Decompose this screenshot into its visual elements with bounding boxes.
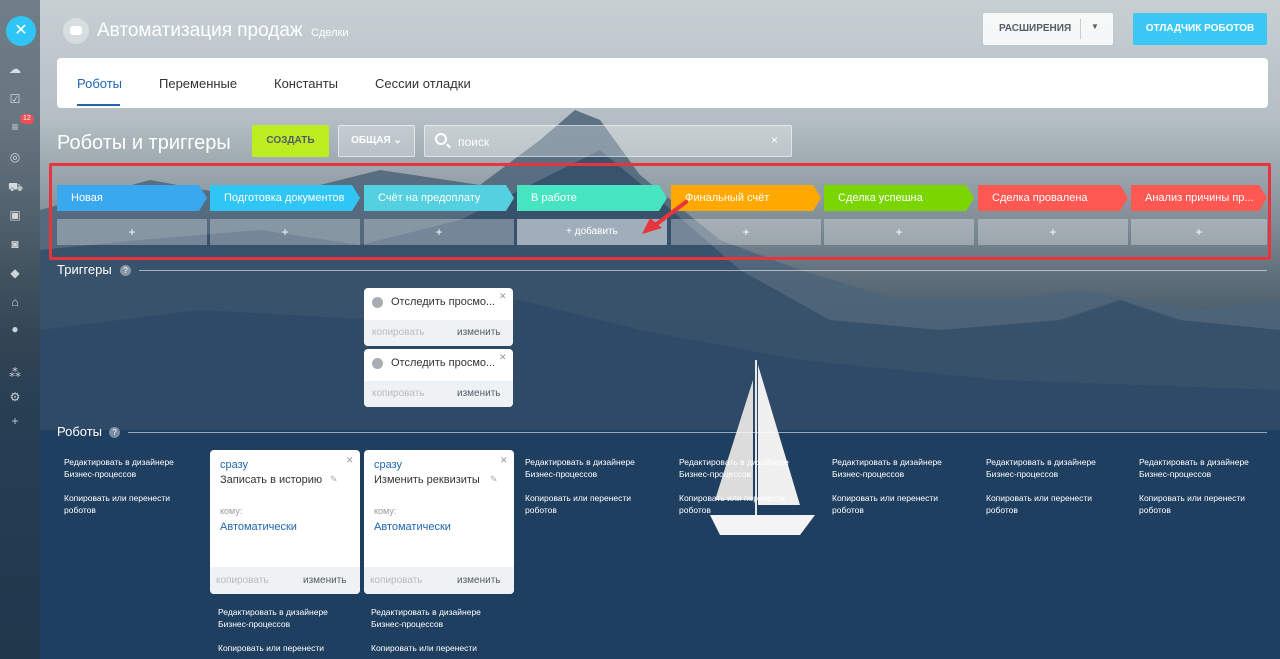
robot-app-icon	[63, 18, 89, 44]
copy-move-link[interactable]: Копировать или перенести	[218, 642, 338, 654]
divider	[128, 432, 1267, 433]
copy-link[interactable]: копировать	[216, 575, 269, 586]
close-icon[interactable]: ✕	[500, 455, 508, 466]
trigger-card[interactable]: Отследить просмо... ✕ копировать изменит…	[364, 349, 513, 407]
notification-badge: 12	[20, 114, 34, 124]
robot-whom-label: кому:	[374, 506, 397, 516]
active-tab-indicator	[77, 104, 120, 106]
robot-whom-value: Автоматически	[220, 521, 297, 533]
eye-icon	[372, 358, 383, 369]
trigger-footer: копировать изменить	[364, 320, 513, 346]
plus-icon[interactable]: +	[8, 414, 22, 428]
chevron-down-icon: ⌄	[393, 135, 402, 146]
filter-icon[interactable]: ≡	[8, 120, 22, 134]
page-title: Автоматизация продаж	[97, 20, 303, 41]
copy-link[interactable]: копировать	[370, 575, 423, 586]
divider	[1080, 19, 1081, 39]
copy-link[interactable]: копировать	[372, 327, 425, 338]
sitemap-icon[interactable]: ⁂	[8, 366, 22, 380]
section-title: Роботы и триггеры	[57, 132, 231, 154]
red-arrow-icon	[642, 200, 688, 234]
edit-link[interactable]: изменить	[457, 575, 501, 586]
trigger-name: Отследить просмо...	[391, 357, 496, 369]
triggers-title: Триггеры	[57, 262, 112, 277]
create-button[interactable]: СОЗДАТЬ	[252, 125, 329, 157]
general-dropdown[interactable]: ОБЩАЯ ⌄	[338, 125, 415, 157]
copy-move-link[interactable]: Копировать или перенести роботов	[1139, 492, 1259, 516]
copy-move-link[interactable]: Копировать или перенести роботов	[64, 492, 184, 516]
help-icon[interactable]: ?	[120, 265, 131, 276]
close-icon[interactable]: ✕	[499, 352, 507, 363]
edit-designer-link[interactable]: Редактировать в дизайнере Бизнес-процесс…	[371, 606, 491, 630]
copy-move-link[interactable]: Копировать или перенести роботов	[679, 492, 799, 516]
copy-move-link[interactable]: Копировать или перенести	[371, 642, 491, 654]
contact-card-icon[interactable]: ▣	[8, 208, 22, 222]
copy-move-link[interactable]: Копировать или перенести роботов	[986, 492, 1106, 516]
close-icon[interactable]: ✕	[346, 455, 354, 466]
checkbox-icon[interactable]: ☑	[8, 92, 22, 106]
robot-footer: копировать изменить	[210, 567, 360, 594]
copy-move-link[interactable]: Копировать или перенести роботов	[832, 492, 952, 516]
tab-variables[interactable]: Переменные	[159, 76, 237, 91]
trigger-name: Отследить просмо...	[391, 296, 496, 308]
pencil-icon[interactable]: ✎	[330, 474, 338, 485]
robots-title: Роботы	[57, 424, 103, 439]
robot-card[interactable]: сразу ✕ Записать в историю ✎ кому: Автом…	[210, 450, 360, 594]
close-icon[interactable]: ✕	[499, 291, 507, 302]
tab-constants[interactable]: Константы	[274, 76, 338, 91]
gear-icon[interactable]: ⚙	[8, 390, 22, 404]
trigger-footer: копировать изменить	[364, 381, 513, 407]
extensions-label: РАСШИРЕНИЯ	[999, 23, 1072, 34]
cloud-icon[interactable]: ☁	[8, 62, 22, 76]
edit-designer-link[interactable]: Редактировать в дизайнере Бизнес-процесс…	[986, 456, 1106, 480]
left-sidebar: ✕ ☁ ☑ ≡ 12 ◎ ⛟ ▣ ◙ ◆ ⌂ ● ⁂ ⚙ +	[0, 0, 40, 659]
tab-debug-sessions[interactable]: Сессии отладки	[375, 76, 471, 91]
search-icon	[435, 133, 447, 145]
pencil-icon[interactable]: ✎	[490, 474, 498, 485]
robot-whom-value: Автоматически	[374, 521, 451, 533]
robot-footer: копировать изменить	[364, 567, 514, 594]
check-circle-icon[interactable]: ●	[8, 322, 22, 336]
robot-name: Записать в историю	[220, 474, 323, 486]
close-icon[interactable]: ✕	[6, 16, 36, 46]
box-icon[interactable]: ◆	[8, 266, 22, 280]
search-text: поиск	[458, 135, 490, 149]
robot-timing[interactable]: сразу	[374, 459, 402, 471]
robot-card[interactable]: сразу ✕ Изменить реквизиты ✎ кому: Автом…	[364, 450, 514, 594]
edit-designer-link[interactable]: Редактировать в дизайнере Бизнес-процесс…	[832, 456, 952, 480]
divider	[139, 270, 1267, 271]
tab-robots[interactable]: Роботы	[77, 76, 122, 91]
edit-designer-link[interactable]: Редактировать в дизайнере Бизнес-процесс…	[218, 606, 338, 630]
trigger-card[interactable]: Отследить просмо... ✕ копировать изменит…	[364, 288, 513, 346]
search-input[interactable]: поиск ×	[424, 125, 792, 157]
target-icon[interactable]: ◎	[8, 150, 22, 164]
tabs-panel: Роботы Переменные Константы Сессии отлад…	[57, 58, 1268, 108]
robot-whom-label: кому:	[220, 506, 243, 516]
edit-link[interactable]: изменить	[457, 388, 501, 399]
edit-designer-link[interactable]: Редактировать в дизайнере Бизнес-процесс…	[525, 456, 645, 480]
general-label: ОБЩАЯ	[351, 135, 391, 146]
robot-icon[interactable]: ◙	[8, 237, 22, 251]
edit-link[interactable]: изменить	[303, 575, 347, 586]
bank-icon[interactable]: ⌂	[8, 295, 22, 309]
clear-icon[interactable]: ×	[771, 133, 778, 147]
robot-debugger-button[interactable]: ОТЛАДЧИК РОБОТОВ	[1133, 13, 1267, 45]
copy-move-link[interactable]: Копировать или перенести роботов	[525, 492, 645, 516]
robot-timing[interactable]: сразу	[220, 459, 248, 471]
eye-icon	[372, 297, 383, 308]
cart-icon[interactable]: ⛟	[8, 180, 23, 194]
robot-name: Изменить реквизиты	[374, 474, 480, 486]
extensions-button[interactable]: РАСШИРЕНИЯ ▼	[983, 13, 1113, 45]
chevron-down-icon[interactable]: ▼	[1091, 22, 1099, 31]
page-subtitle: Сделки	[311, 27, 349, 39]
edit-designer-link[interactable]: Редактировать в дизайнере Бизнес-процесс…	[679, 456, 799, 480]
help-icon[interactable]: ?	[109, 427, 120, 438]
copy-link[interactable]: копировать	[372, 388, 425, 399]
edit-designer-link[interactable]: Редактировать в дизайнере Бизнес-процесс…	[1139, 456, 1259, 480]
edit-link[interactable]: изменить	[457, 327, 501, 338]
edit-designer-link[interactable]: Редактировать в дизайнере Бизнес-процесс…	[64, 456, 184, 480]
